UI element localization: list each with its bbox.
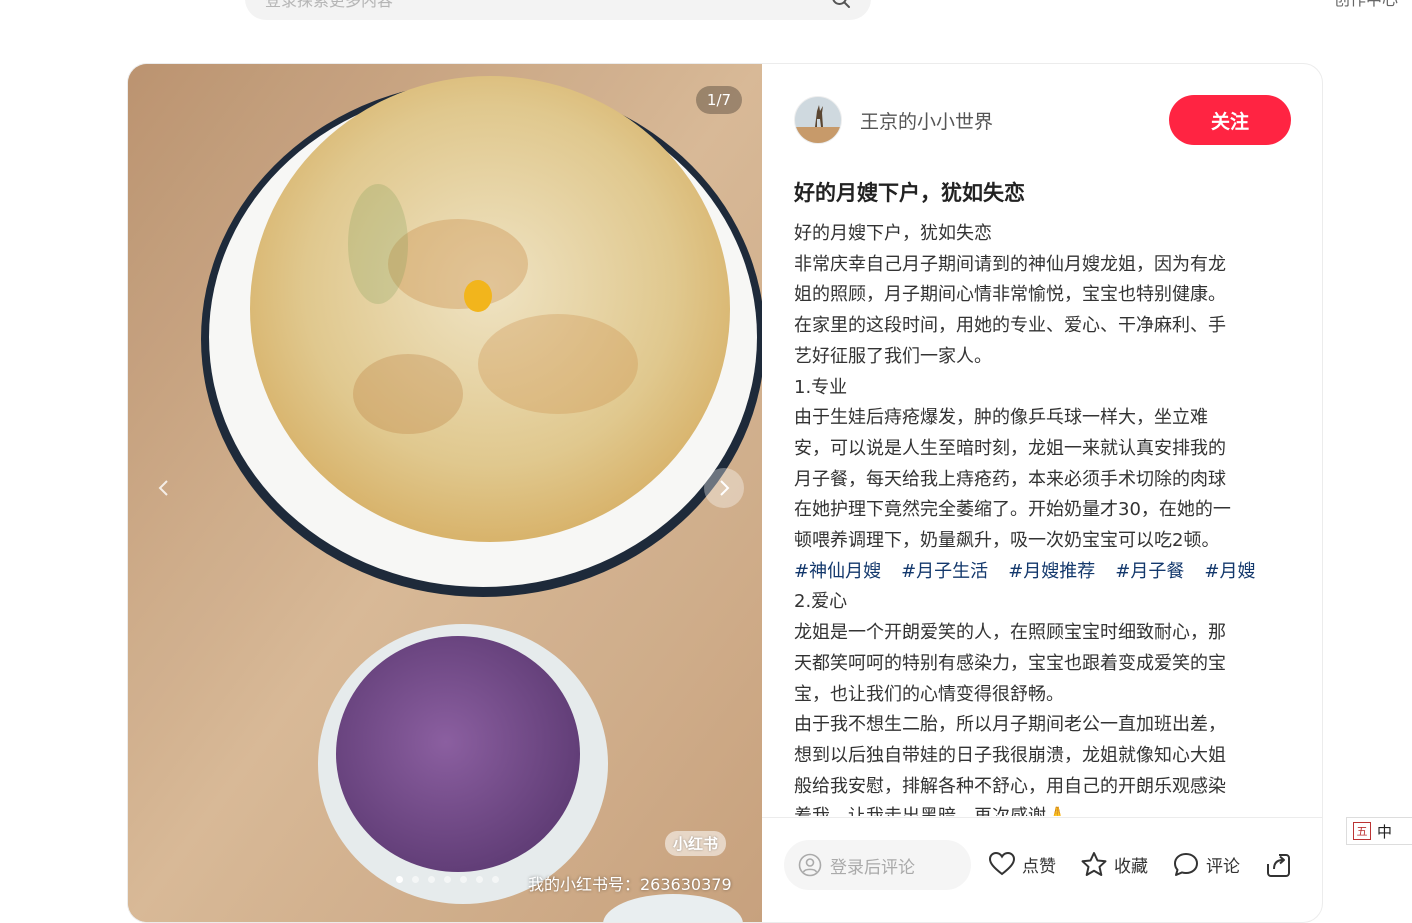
- ime-indicator[interactable]: 五 中: [1346, 817, 1412, 845]
- chevron-left-icon: [158, 480, 168, 496]
- like-button[interactable]: 点赞: [988, 851, 1056, 877]
- note-photo: [128, 64, 762, 922]
- tag-link[interactable]: #神仙月嫂: [794, 561, 881, 582]
- desc-line: 艺好征服了我们一家人。: [794, 345, 992, 367]
- note-title: 好的月嫂下户，犹如失恋: [794, 181, 1025, 205]
- tag-link[interactable]: #月嫂推荐: [1008, 561, 1095, 582]
- desc-line: 想到以后独自带娃的日子我很崩溃，龙姐就像知心大姐: [794, 744, 1226, 766]
- desc-line: 2.爱心: [794, 591, 848, 613]
- desc-line: 安，可以说是人生至暗时刻，龙姐一来就认真安排我的: [794, 437, 1226, 459]
- deer-avatar-icon: [795, 97, 841, 143]
- desc-line: 宝，也让我们的心情变得很舒畅。: [794, 683, 1064, 705]
- search-icon[interactable]: [831, 0, 851, 9]
- comment-label: 评论: [1206, 857, 1240, 877]
- carousel-dot[interactable]: [396, 876, 403, 883]
- chat-bubble-icon: [1174, 853, 1198, 876]
- comment-placeholder: 登录后评论: [830, 857, 915, 878]
- prev-image-button[interactable]: [144, 468, 184, 508]
- heart-icon: [988, 851, 1016, 876]
- desc-line: 龙姐是一个开朗爱笑的人，在照顾宝宝时细致耐心，那: [794, 622, 1226, 644]
- collect-label: 收藏: [1114, 857, 1148, 877]
- watermark-logo: 小红书: [665, 831, 727, 856]
- carousel-dot[interactable]: [444, 876, 451, 883]
- avatar[interactable]: [794, 96, 842, 144]
- desc-line: 姐的照顾，月子期间心情非常愉悦，宝宝也特别健康。: [794, 284, 1226, 306]
- desc-line: 般给我安慰，排解各种不舒心，用自己的开朗乐观感染: [794, 775, 1226, 797]
- star-icon: [1081, 852, 1107, 876]
- next-image-button[interactable]: [704, 468, 744, 508]
- tag-link[interactable]: #月嫂: [1204, 561, 1255, 582]
- carousel-dot[interactable]: [412, 876, 419, 883]
- desc-line: 由于生娃后痔疮爆发，肿的像乒乓球一样大，坐立难: [794, 407, 1208, 429]
- desc-line: 月子餐，每天给我上痔疮药，本来必须手术切除的肉球: [794, 468, 1226, 490]
- desc-line: 天都笑呵呵的特别有感染力，宝宝也跟着变成爱笑的宝: [794, 652, 1226, 674]
- note-detail-panel: 王京的小小世界 关注 好的月嫂下户，犹如失恋 好的月嫂下户，犹如失恋 非常庆幸自…: [762, 64, 1322, 922]
- desc-line: 好的月嫂下户，犹如失恋: [794, 223, 992, 244]
- search-input[interactable]: 登录探索更多内容: [265, 0, 393, 11]
- follow-button[interactable]: 关注: [1169, 95, 1291, 145]
- desc-line: 在她护理下竟然完全萎缩了。开始奶量才30，在她的一: [794, 499, 1231, 521]
- image-counter: 1/7: [696, 86, 742, 114]
- comment-input[interactable]: 登录后评论: [784, 840, 971, 890]
- watermark-id: 我的小红书号：263630379: [528, 875, 732, 894]
- ime-icon: 五: [1353, 822, 1371, 840]
- carousel-dot[interactable]: [428, 876, 435, 883]
- carousel-dot[interactable]: [460, 876, 467, 883]
- share-button[interactable]: [1264, 851, 1292, 879]
- user-icon: [798, 853, 822, 877]
- author-info[interactable]: 王京的小小世界: [794, 96, 993, 144]
- tag-link[interactable]: #月子餐: [1115, 561, 1184, 582]
- note-image-carousel[interactable]: 1/7 小红书 我的小红书号：263630379: [128, 64, 762, 922]
- search-bar[interactable]: 登录探索更多内容: [245, 0, 871, 20]
- tag-list: #神仙月嫂 #月子生活 #月嫂推荐 #月子餐 #月嫂: [794, 557, 1304, 588]
- chevron-right-icon: [720, 480, 730, 496]
- desc-line: 顿喂养调理下，奶量飙升，吸一次奶宝宝可以吃2顿。: [794, 530, 1220, 552]
- creator-center-link[interactable]: 创作中心: [1334, 0, 1398, 10]
- share-icon: [1267, 854, 1290, 877]
- ime-mode: 中: [1377, 822, 1393, 841]
- carousel-dots[interactable]: [396, 876, 499, 883]
- desc-line: 着我，让我走出黑暗，再次感谢🙏: [794, 802, 1304, 816]
- author-name[interactable]: 王京的小小世界: [860, 107, 993, 134]
- note-card: 1/7 小红书 我的小红书号：263630379 王京的小小世界 关注 好的月嫂…: [127, 63, 1323, 923]
- carousel-dot[interactable]: [476, 876, 483, 883]
- desc-line: 非常庆幸自己月子期间请到的神仙月嫂龙姐，因为有龙: [794, 253, 1226, 275]
- desc-line: 在家里的这段时间，用她的专业、爱心、干净麻利、手: [794, 315, 1226, 337]
- collect-button[interactable]: 收藏: [1080, 851, 1148, 878]
- note-description: 好的月嫂下户，犹如失恋 非常庆幸自己月子期间请到的神仙月嫂龙姐，因为有龙 姐的照…: [794, 219, 1304, 816]
- desc-line: 1.专业: [794, 376, 848, 398]
- tag-link[interactable]: #月子生活: [901, 561, 988, 582]
- interaction-bar: 登录后评论 点赞 收藏 评论: [762, 817, 1322, 922]
- like-label: 点赞: [1022, 856, 1056, 877]
- desc-line: 由于我不想生二胎，所以月子期间老公一直加班出差，: [794, 714, 1226, 736]
- carousel-dot[interactable]: [492, 876, 499, 883]
- comment-button[interactable]: 评论: [1172, 851, 1240, 878]
